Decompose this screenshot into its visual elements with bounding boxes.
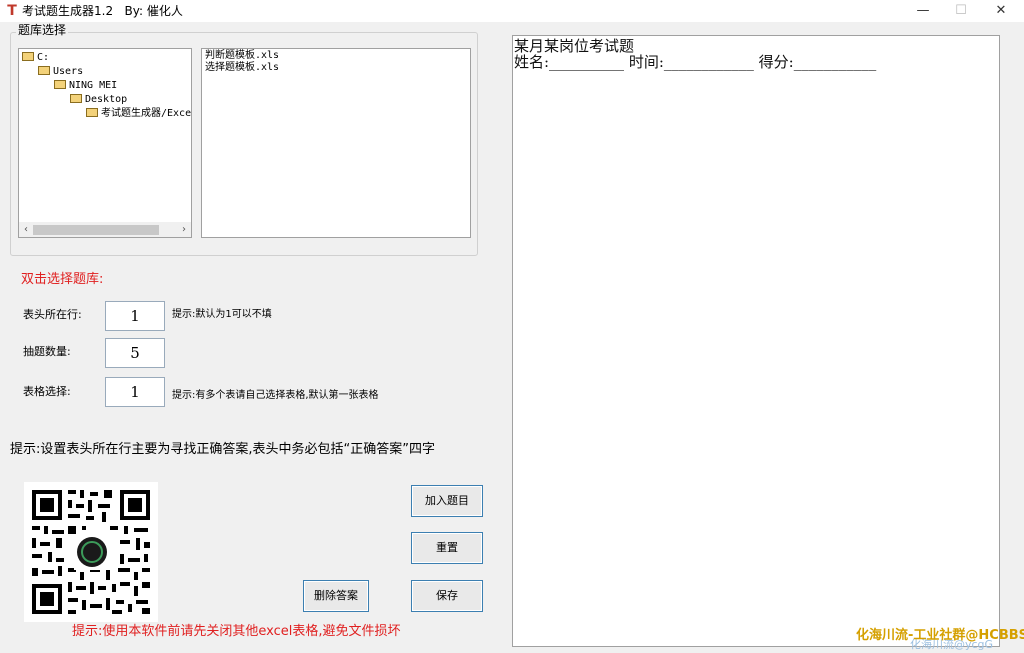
- tree-item-label: C:: [37, 52, 50, 63]
- main-hint: 提示:设置表头所在行主要为寻找正确答案,表头中务必包括“正确答案”四字: [10, 442, 435, 457]
- file-item[interactable]: 选择题模板.xls: [205, 62, 279, 74]
- header-row-label: 表头所在行:: [23, 308, 82, 321]
- qr-code: [24, 482, 158, 622]
- folder-tree[interactable]: C: Users NING MEI Desktop 考试题生成器/Excel: [18, 48, 192, 238]
- close-button[interactable]: ✕: [984, 0, 1018, 22]
- delete-answer-button[interactable]: 删除答案: [303, 580, 369, 612]
- folder-icon: [38, 66, 50, 75]
- question-count-input[interactable]: 5: [105, 338, 165, 368]
- author-label: By: 催化人: [124, 4, 183, 18]
- folder-icon: [86, 108, 98, 117]
- tree-item-label: NING MEI: [69, 80, 118, 91]
- qr-code-image: [24, 482, 158, 622]
- library-group-label: 题库选择: [16, 22, 69, 38]
- app-title: 考试题生成器1.2: [22, 4, 114, 18]
- exam-preview[interactable]: 某月某岗位考试题 姓名:__________ 时间:____________ 得…: [512, 35, 1000, 647]
- sheet-select-label: 表格选择:: [23, 385, 71, 398]
- bottom-hint: 提示:使用本软件前请先关闭其他excel表格,避免文件损坏: [72, 624, 401, 639]
- exam-info-line: 姓名:__________ 时间:____________ 得分:_______…: [514, 53, 877, 71]
- reset-button[interactable]: 重置: [411, 532, 483, 564]
- sheet-select-input[interactable]: 1: [105, 377, 165, 407]
- sheet-select-hint: 提示:有多个表请自己选择表格,默认第一张表格: [172, 390, 379, 401]
- file-item[interactable]: 判断题模板.xls: [205, 50, 279, 62]
- scroll-right-icon[interactable]: ›: [177, 222, 191, 237]
- scroll-thumb[interactable]: [33, 225, 159, 235]
- scroll-left-icon[interactable]: ‹: [19, 222, 33, 237]
- header-row-hint: 提示:默认为1可以不填: [172, 309, 272, 320]
- tree-item-label: Desktop: [85, 94, 128, 105]
- question-count-label: 抽题数量:: [23, 345, 71, 358]
- minimize-button[interactable]: —: [906, 0, 940, 22]
- double-click-hint: 双击选择题库:: [21, 272, 104, 287]
- app-icon: T: [7, 3, 17, 19]
- folder-icon: [70, 94, 82, 103]
- maximize-button[interactable]: ☐: [944, 0, 978, 22]
- tree-item-drive[interactable]: C:: [22, 52, 49, 64]
- window-title: 考试题生成器1.2 By: 催化人: [22, 3, 183, 19]
- header-row-input[interactable]: 1: [105, 301, 165, 331]
- tree-item-label: 考试题生成器/Excel: [101, 108, 192, 119]
- add-question-button[interactable]: 加入题目: [411, 485, 483, 517]
- tree-item-excel[interactable]: 考试题生成器/Excel: [86, 108, 192, 120]
- folder-icon: [54, 80, 66, 89]
- save-button[interactable]: 保存: [411, 580, 483, 612]
- tree-item-users[interactable]: Users: [38, 66, 83, 78]
- folder-icon: [22, 52, 34, 61]
- file-list[interactable]: 判断题模板.xls 选择题模板.xls: [201, 48, 471, 238]
- watermark-text: 化海川流-工业社群@HCBBS: [856, 628, 1024, 643]
- tree-item-user[interactable]: NING MEI: [54, 80, 117, 92]
- tree-item-desktop[interactable]: Desktop: [70, 94, 127, 106]
- tree-item-label: Users: [53, 66, 84, 77]
- preview-vertical-scrollbar[interactable]: [1001, 35, 1017, 647]
